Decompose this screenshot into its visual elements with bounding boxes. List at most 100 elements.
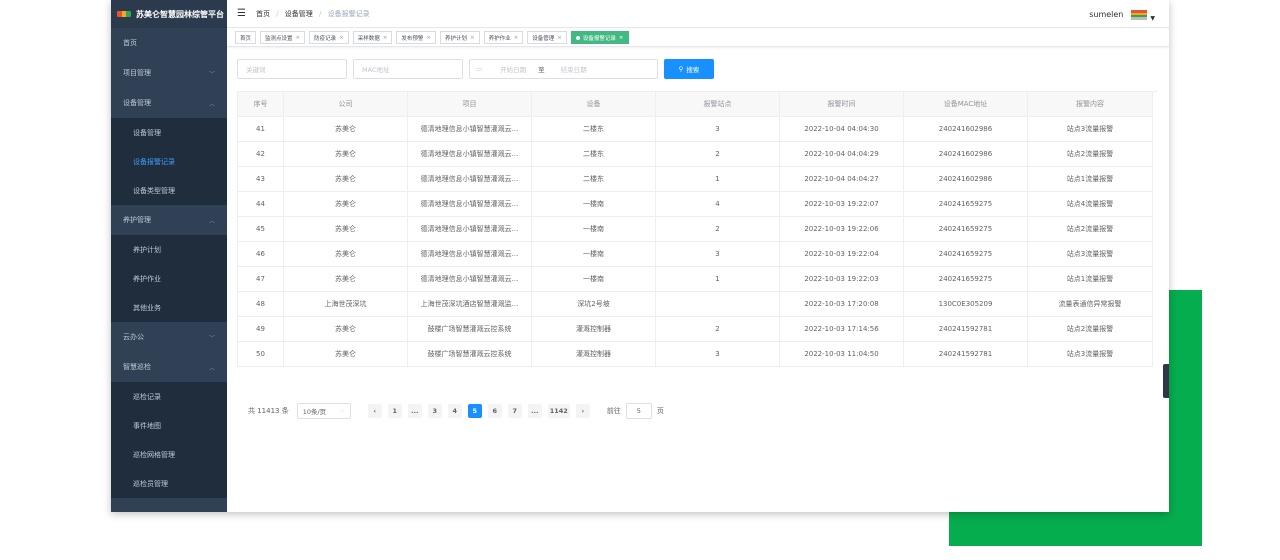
start-date-input[interactable]: 开始日期 — [500, 64, 526, 74]
next-page-button[interactable]: › — [575, 404, 590, 418]
table-cell: 3 — [656, 242, 780, 267]
close-icon[interactable]: × — [470, 35, 475, 41]
breadcrumb-item-device-management[interactable]: 设备管理 — [285, 10, 313, 18]
user-menu[interactable]: sumelen ▼ — [1089, 7, 1155, 22]
sidebar-item-label: 其他业务 — [133, 303, 161, 312]
sidebar-item[interactable]: 其他业务 — [111, 293, 227, 322]
sidebar-item[interactable]: 设备管理 ︿ — [111, 88, 227, 118]
table-row[interactable]: 50 苏美仑 鼓楼广场智慧灌溉云控系统 灌溉控制器 3 2022-10-03 11:04:… — [238, 342, 1158, 367]
tab-tag[interactable]: 养护作业 × — [483, 31, 524, 44]
table-row[interactable]: 43 苏美仑 德清地理信息小镇智慧灌溉云... 二楼东 1 2022-10-04 04:0… — [238, 167, 1158, 192]
hamburger-icon[interactable]: ☰ — [237, 8, 246, 19]
table-row[interactable]: 41 苏美仑 德清地理信息小镇智慧灌溉云... 二楼东 3 2022-10-04 04:0… — [238, 117, 1158, 142]
sidebar-item[interactable]: 云办公 ﹀ — [111, 322, 227, 352]
chevron-down-icon: ⌵ — [340, 408, 345, 414]
page-number-button[interactable]: 7 — [507, 404, 522, 418]
table-cell: 一楼南 — [532, 267, 656, 292]
mac-input[interactable]: MAC地址 — [353, 59, 463, 79]
sidebar-item[interactable]: 事件地图 — [111, 411, 227, 440]
active-dot-icon — [575, 35, 580, 40]
table-row[interactable]: 47 苏美仑 德清地理信息小镇智慧灌溉云... 一楼南 1 2022-10-03 19:2… — [238, 267, 1158, 292]
table-cell: 48 — [238, 292, 284, 317]
table-cell: 二楼东 — [532, 142, 656, 167]
close-icon[interactable]: × — [383, 35, 388, 41]
tab-tag[interactable]: 设备管理 × — [527, 31, 567, 44]
sidebar: 苏美仑智慧园林综管平台 首页 项目管理 ﹀ 设备管理 ︿ 设备管理 设备报警记录 设备类型管理… — [111, 0, 227, 512]
table-cell: 上海世茂深坑 — [284, 292, 408, 317]
table-cell: 50 — [238, 342, 284, 367]
username[interactable]: sumelen — [1089, 10, 1123, 19]
breadcrumb-item-home[interactable]: 首页 — [256, 10, 270, 18]
tab-tag-label: 首页 — [240, 35, 252, 42]
sidebar-item[interactable]: 设备类型管理 — [111, 176, 227, 205]
calendar-icon: ▭ — [476, 65, 483, 73]
breadcrumb-item-current: 设备报警记录 — [327, 9, 370, 18]
close-icon[interactable]: × — [339, 35, 344, 41]
sidebar-item[interactable]: 养护计划 — [111, 235, 227, 264]
sidebar-item[interactable]: 项目管理 ﹀ — [111, 58, 227, 88]
tab-tag[interactable]: 首页 — [235, 31, 257, 44]
tab-tag[interactable]: 采样数据 × — [352, 31, 393, 44]
tab-tag[interactable]: 发布预警 × — [396, 31, 437, 44]
table-cell: 德清地理信息小镇智慧灌溉云... — [408, 192, 532, 217]
table-cell: 2022-10-03 19:22:03 — [780, 267, 904, 292]
end-date-input[interactable]: 结束日期 — [561, 64, 587, 74]
page-number-button[interactable]: 6 — [487, 404, 502, 418]
table-cell: 上海世茂深坑酒店智慧灌溉监... — [408, 292, 532, 317]
close-icon[interactable]: × — [619, 35, 624, 41]
sidebar-item[interactable]: 巡检网格管理 — [111, 440, 227, 469]
table-cell: 二楼东 — [532, 167, 656, 192]
prev-page-button[interactable]: ‹ — [367, 404, 382, 418]
page-number-button[interactable]: 4 — [447, 404, 462, 418]
table-cell: 240241592781 — [904, 342, 1028, 367]
date-range-picker[interactable]: ▭ 开始日期 至 结束日期 — [469, 59, 658, 79]
search-button[interactable]: ⚲ 搜索 — [664, 59, 714, 79]
close-icon[interactable]: × — [426, 35, 431, 41]
table-cell: 德清地理信息小镇智慧灌溉云... — [408, 167, 532, 192]
table-row[interactable]: 46 苏美仑 德清地理信息小镇智慧灌溉云... 一楼南 3 2022-10-03 19:2… — [238, 242, 1158, 267]
tab-tag[interactable]: 防疫记录 × — [309, 31, 349, 44]
sidebar-item[interactable]: 养护管理 ︿ — [111, 205, 227, 235]
pagination: 共 11413 条 10条/页 ⌵ ‹ 1... 3 4 5 6 7... 1142 › 前… — [248, 403, 664, 419]
table-row[interactable]: 42 苏美仑 德清地理信息小镇智慧灌溉云... 二楼东 2 2022-10-04 04:0… — [238, 142, 1158, 167]
page-number-button[interactable]: 1 — [387, 404, 402, 418]
table-row[interactable]: 45 苏美仑 德清地理信息小镇智慧灌溉云... 一楼南 2 2022-10-03 19:2… — [238, 217, 1158, 242]
page-number-button[interactable]: 3 — [427, 404, 442, 418]
tab-tag[interactable]: 设备报警记录 × — [570, 31, 629, 44]
side-drawer-handle[interactable] — [1163, 364, 1169, 398]
table-row[interactable]: 48 上海世茂深坑 上海世茂深坑酒店智慧灌溉监... 深坑2号坡 2022-10-03 … — [238, 292, 1158, 317]
tab-tag[interactable]: 养护计划 × — [440, 31, 480, 44]
table-row[interactable]: 49 苏美仑 鼓楼广场智慧灌溉云控系统 灌溉控制器 2 2022-10-03 17:14:… — [238, 317, 1158, 342]
page-number-button[interactable]: 1142 — [547, 404, 570, 418]
sidebar-item[interactable]: 巡检记录 — [111, 382, 227, 411]
page-number-button[interactable]: 5 — [467, 404, 482, 418]
page-ellipsis[interactable]: ... — [407, 404, 422, 418]
table-cell: 240241602986 — [904, 117, 1028, 142]
avatar[interactable] — [1131, 9, 1148, 20]
table-cell: 德清地理信息小镇智慧灌溉云... — [408, 117, 532, 142]
table-cell: 240241602986 — [904, 167, 1028, 192]
table-cell: 2022-10-03 11:04:50 — [780, 342, 904, 367]
keyword-input[interactable]: 关键词 — [237, 59, 347, 79]
sidebar-item[interactable]: 首页 — [111, 28, 227, 58]
close-icon[interactable]: × — [296, 35, 301, 41]
table-cell: 240241659275 — [904, 192, 1028, 217]
sidebar-item[interactable]: 养护作业 — [111, 264, 227, 293]
sidebar-item[interactable]: 智慧巡检 ︿ — [111, 352, 227, 382]
sidebar-menu: 首页 项目管理 ﹀ 设备管理 ︿ 设备管理 设备报警记录 设备类型管理 养护管理 ︿ 养护计划 养护作… — [111, 28, 227, 498]
close-icon[interactable]: × — [514, 35, 519, 41]
tab-tag[interactable]: 监测点设置 × — [260, 31, 306, 44]
table-cell: 240241659275 — [904, 267, 1028, 292]
caret-down-icon[interactable]: ▼ — [1150, 15, 1155, 22]
table-cell: 站点3流量报警 — [1028, 117, 1153, 142]
table-row[interactable]: 44 苏美仑 德清地理信息小镇智慧灌溉云... 一楼南 4 2022-10-03 19:2… — [238, 192, 1158, 217]
sidebar-item[interactable]: 设备报警记录 — [111, 147, 227, 176]
table-cell: 2 — [656, 217, 780, 242]
close-icon[interactable]: × — [557, 35, 562, 41]
page-size-select[interactable]: 10条/页 ⌵ — [296, 403, 351, 419]
sidebar-item[interactable]: 设备管理 — [111, 118, 227, 147]
page-ellipsis[interactable]: ... — [527, 404, 542, 418]
goto-page-input[interactable]: 5 — [625, 403, 652, 419]
sidebar-item[interactable]: 巡检员管理 — [111, 469, 227, 498]
table-cell: 苏美仑 — [284, 142, 408, 167]
